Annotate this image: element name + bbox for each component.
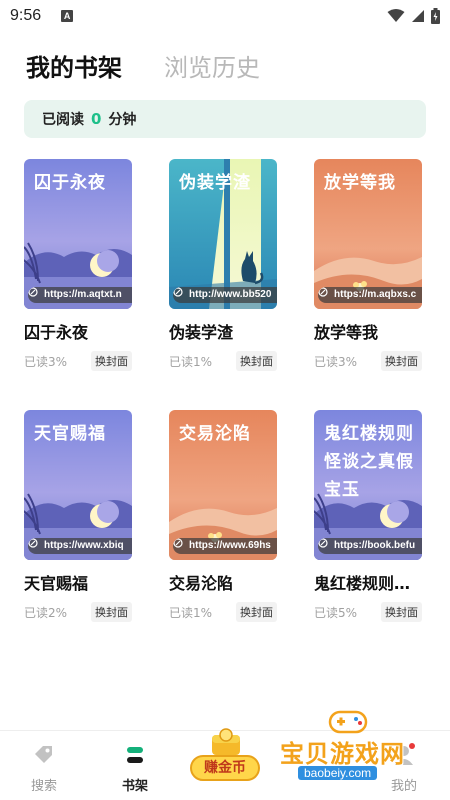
earn-coins-label: 赚金币: [190, 755, 260, 781]
book-item[interactable]: 囚于永夜 https://m.aqtxt.n 囚于永夜 已读3% 换封面: [24, 159, 132, 371]
cover-source-url: https://www.xbiq: [28, 538, 132, 554]
nav-shelf-label: 书架: [121, 779, 148, 794]
book-item[interactable]: 鬼红楼规则怪谈之真假宝玉 https://book.befu 鬼红楼规则… 已读…: [314, 410, 422, 622]
cover-source-url: http://www.bb520: [173, 287, 277, 303]
battery-icon: [431, 8, 440, 24]
reading-progress: 已读2%: [24, 605, 68, 620]
tab-browse-history[interactable]: 浏览历史: [164, 48, 260, 83]
cover-url-text: https://book.befu: [334, 540, 416, 551]
book-title[interactable]: 囚于永夜: [24, 319, 132, 343]
book-item[interactable]: 放学等我 https://m.aqbxs.c 放学等我 已读3% 换封面: [314, 159, 422, 371]
signal-icon: [412, 10, 424, 22]
book-meta: 已读2% 换封面: [24, 602, 132, 622]
reading-progress: 已读3%: [314, 354, 358, 369]
cover-url-text: https://m.aqbxs.c: [334, 289, 417, 300]
cover-title: 交易沦陷: [179, 424, 251, 444]
tag-icon: [35, 746, 52, 763]
gamepad-icon: [328, 710, 368, 734]
reading-progress: 已读1%: [169, 605, 213, 620]
swap-cover-button[interactable]: 换封面: [91, 351, 132, 371]
book-title[interactable]: 交易沦陷: [169, 570, 277, 594]
link-icon: [318, 287, 328, 297]
swap-cover-button[interactable]: 换封面: [236, 602, 277, 622]
site-watermark: 宝贝游戏网 baobeiy.com: [272, 706, 448, 796]
swap-cover-button[interactable]: 换封面: [381, 351, 422, 371]
reading-minutes: 0: [91, 110, 102, 128]
nav-search[interactable]: 搜索: [14, 743, 74, 794]
reading-progress: 已读3%: [24, 354, 68, 369]
swap-cover-button[interactable]: 换封面: [381, 602, 422, 622]
swap-cover-button[interactable]: 换封面: [91, 602, 132, 622]
book-cover[interactable]: 伪装学渣 http://www.bb520: [169, 159, 277, 309]
book-title[interactable]: 放学等我: [314, 319, 422, 343]
wifi-icon: [387, 9, 405, 22]
book-meta: 已读5% 换封面: [314, 602, 422, 622]
book-item[interactable]: 天官赐福 https://www.xbiq 天官赐福 已读2% 换封面: [24, 410, 132, 622]
nav-search-label: 搜索: [30, 779, 57, 794]
cover-url-text: https://www.xbiq: [44, 540, 124, 551]
status-time: 9:56: [10, 7, 42, 24]
cover-url-text: https://www.69hs: [189, 540, 271, 551]
reading-time-banner: 已阅读 0 分钟: [24, 100, 426, 138]
coin-chest-icon: [212, 728, 240, 755]
link-icon: [173, 538, 183, 548]
cover-url-text: https://m.aqtxt.n: [44, 289, 122, 300]
book-title[interactable]: 鬼红楼规则…: [314, 570, 422, 594]
status-bar: 9:56 A: [0, 0, 450, 32]
book-meta: 已读1% 换封面: [169, 602, 277, 622]
book-title[interactable]: 伪装学渣: [169, 319, 277, 343]
book-cover[interactable]: 囚于永夜 https://m.aqtxt.n: [24, 159, 132, 309]
book-cover[interactable]: 交易沦陷 https://www.69hs: [169, 410, 277, 560]
watermark-url: baobeiy.com: [298, 766, 378, 780]
cover-title: 鬼红楼规则怪谈之真假宝玉: [324, 424, 414, 500]
book-title[interactable]: 天官赐福: [24, 570, 132, 594]
book-meta: 已读3% 换封面: [24, 351, 132, 371]
bookshelf-icon: [127, 747, 143, 763]
book-cover[interactable]: 鬼红楼规则怪谈之真假宝玉 https://book.befu: [314, 410, 422, 560]
link-icon: [28, 538, 38, 548]
reading-prefix: 已阅读: [42, 112, 84, 128]
book-meta: 已读1% 换封面: [169, 351, 277, 371]
nav-shelf[interactable]: 书架: [105, 743, 165, 794]
cover-source-url: https://www.69hs: [173, 538, 277, 554]
book-meta: 已读3% 换封面: [314, 351, 422, 371]
reading-suffix: 分钟: [108, 112, 137, 128]
link-icon: [28, 287, 38, 297]
cover-source-url: https://book.befu: [318, 538, 422, 554]
cover-title: 囚于永夜: [34, 173, 106, 193]
book-cover[interactable]: 天官赐福 https://www.xbiq: [24, 410, 132, 560]
cover-title: 伪装学渣: [179, 173, 251, 193]
tab-my-bookshelf[interactable]: 我的书架: [26, 48, 122, 83]
watermark-title: 宝贝游戏网: [280, 740, 405, 768]
cover-title: 天官赐福: [34, 424, 106, 444]
cover-title: 放学等我: [324, 173, 396, 193]
cover-source-url: https://m.aqtxt.n: [28, 287, 132, 303]
earn-coins-button[interactable]: 赚金币: [184, 725, 266, 787]
reading-progress: 已读1%: [169, 354, 213, 369]
book-item[interactable]: 伪装学渣 http://www.bb520 伪装学渣 已读1% 换封面: [169, 159, 277, 371]
reading-progress: 已读5%: [314, 605, 358, 620]
link-icon: [318, 538, 328, 548]
shelf-tabs: 我的书架 浏览历史: [26, 48, 260, 83]
swap-cover-button[interactable]: 换封面: [236, 351, 277, 371]
link-icon: [173, 287, 183, 297]
cover-url-text: http://www.bb520: [189, 289, 272, 300]
book-cover[interactable]: 放学等我 https://m.aqbxs.c: [314, 159, 422, 309]
notification-icon: A: [61, 10, 74, 22]
status-icons: [387, 8, 440, 24]
book-item[interactable]: 交易沦陷 https://www.69hs 交易沦陷 已读1% 换封面: [169, 410, 277, 622]
cover-source-url: https://m.aqbxs.c: [318, 287, 422, 303]
